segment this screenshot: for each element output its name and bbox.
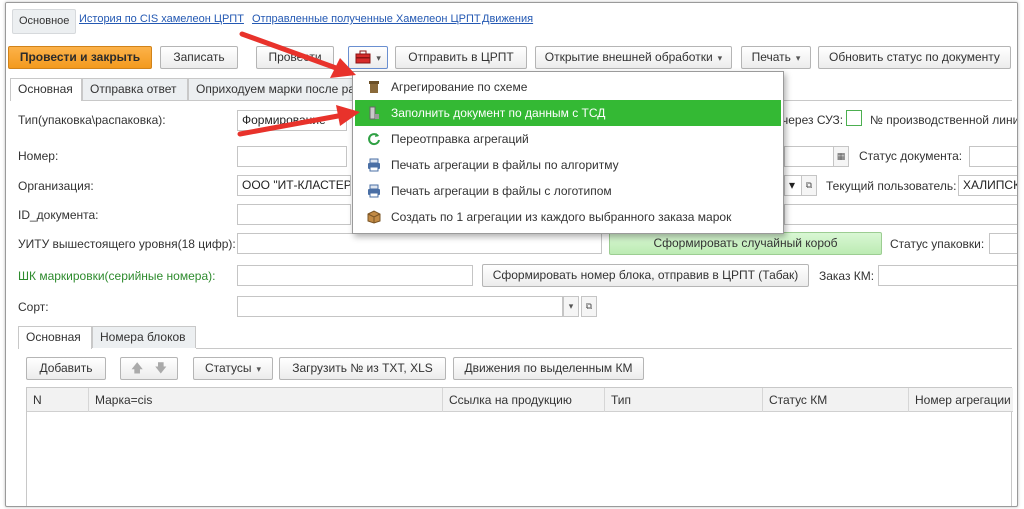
load-from-txt-xls-button[interactable]: Загрузить № из TXT, XLS xyxy=(279,357,446,380)
statuses-label: Статусы xyxy=(204,361,252,375)
type-label: Тип(упаковка\распаковка): xyxy=(18,113,166,127)
current-user-label: Текущий пользователь: xyxy=(826,179,957,193)
nav-movements[interactable]: Движения xyxy=(482,13,533,25)
printer-icon xyxy=(368,184,380,198)
arrow-up-icon[interactable]: 🡅 xyxy=(131,361,143,375)
annotation-arrow-middle xyxy=(237,105,360,137)
menu-item-label: Печать агрегации в файлы по алгоритму xyxy=(391,158,619,172)
col-km-status[interactable]: Статус КМ xyxy=(763,388,909,412)
move-buttons[interactable]: 🡅 🡇 xyxy=(120,357,178,380)
nav-sent-received[interactable]: Отправленные полученные Хамелеон ЦРПТ xyxy=(252,13,481,25)
menu-item-label: Заполнить документ по данным с ТСД xyxy=(391,106,606,120)
save-button[interactable]: Записать xyxy=(160,46,238,69)
scanner-icon xyxy=(369,106,379,120)
generate-block-number-button[interactable]: Сформировать номер блока, отправив в ЦРП… xyxy=(482,264,809,287)
sort-label: Сорт: xyxy=(18,300,49,314)
tools-dropdown-menu: Агрегирование по схеме Заполнить докумен… xyxy=(352,71,784,234)
update-status-button[interactable]: Обновить статус по документу xyxy=(818,46,1011,69)
print-label: Печать xyxy=(751,50,791,64)
menu-item-label: Агрегирование по схеме xyxy=(391,80,528,94)
refresh-icon xyxy=(368,133,380,146)
sort-dropdown-icon[interactable]: ▾ xyxy=(563,296,579,317)
tab-income-marks[interactable]: Оприходуем марки после ра xyxy=(188,78,358,100)
id-document-label: ID_документа: xyxy=(18,208,99,222)
chevron-down-icon: ▾ xyxy=(376,53,381,63)
nav-bar: Основное История по CIS хамелеон ЦРПТ От… xyxy=(6,3,1017,39)
number-label: Номер: xyxy=(18,149,59,163)
organization-dropdown[interactable]: ▾ xyxy=(784,175,802,196)
organization-field[interactable]: ООО "ИТ-КЛАСТЕР xyxy=(237,175,351,196)
col-aggregation-number[interactable]: Номер агрегации xyxy=(909,388,1013,412)
id-document-field[interactable] xyxy=(237,204,351,225)
order-km-field[interactable] xyxy=(878,265,1017,286)
organization-label: Организация: xyxy=(18,179,94,193)
table-header: N Марка=cis Ссылка на продукцию Тип Стат… xyxy=(27,388,1013,412)
pack-status-field[interactable] xyxy=(989,233,1017,254)
doc-status-label: Статус документа: xyxy=(859,149,963,163)
menu-item-label: Печать агрегации в файлы с логотипом xyxy=(391,184,612,198)
number-field[interactable] xyxy=(237,146,347,167)
col-type[interactable]: Тип xyxy=(605,388,763,412)
document-window: Основное История по CIS хамелеон ЦРПТ От… xyxy=(5,2,1018,507)
inner-tab-block-numbers[interactable]: Номера блоков xyxy=(92,326,196,348)
sort-field[interactable] xyxy=(237,296,563,317)
menu-item-label: Переотправка агрегаций xyxy=(391,132,529,146)
statuses-button[interactable]: Статусы xyxy=(193,357,273,380)
doc-status-field[interactable] xyxy=(969,146,1017,167)
movements-selected-km-button[interactable]: Движения по выделенным КМ xyxy=(453,357,644,380)
marks-table[interactable]: N Марка=cis Ссылка на продукцию Тип Стат… xyxy=(26,387,1013,506)
date-field[interactable] xyxy=(784,146,834,167)
menu-item-print-logo[interactable]: Печать агрегации в файлы с логотипом xyxy=(355,178,781,204)
menu-item-print-algorithm[interactable]: Печать агрегации в файлы по алгоритму xyxy=(355,152,781,178)
random-box-button[interactable]: Сформировать случайный короб xyxy=(609,232,882,255)
via-suz-checkbox[interactable] xyxy=(846,110,862,126)
inner-tab-main[interactable]: Основная xyxy=(18,326,92,349)
nav-main[interactable]: Основное xyxy=(12,9,77,34)
post-and-close-button[interactable]: Провести и закрыть xyxy=(8,46,152,69)
open-organization-icon[interactable]: ⧉ xyxy=(801,175,817,196)
box-icon xyxy=(367,210,381,224)
order-km-label: Заказ КМ: xyxy=(819,269,875,283)
via-suz-label: через СУЗ: xyxy=(782,113,844,127)
nav-history-cis[interactable]: История по CIS хамелеон ЦРПТ xyxy=(79,13,244,25)
open-external-label: Открытие внешней обработки xyxy=(544,50,713,64)
shk-marking-label: ШК маркировки(серийные номера): xyxy=(18,269,216,283)
shk-marking-field[interactable] xyxy=(237,265,473,286)
menu-item-aggregation-scheme[interactable]: Агрегирование по схеме xyxy=(355,74,781,100)
calendar-icon[interactable]: ▦ xyxy=(833,146,849,167)
menu-item-fill-from-tsd[interactable]: Заполнить документ по данным с ТСД xyxy=(355,100,781,126)
arrow-down-icon[interactable]: 🡇 xyxy=(155,361,167,375)
menu-item-create-aggregation-per-order[interactable]: Создать по 1 агрегации из каждого выбран… xyxy=(355,204,781,230)
print-button[interactable]: Печать xyxy=(741,46,811,69)
menu-item-resend-aggregations[interactable]: Переотправка агрегаций xyxy=(355,126,781,152)
id-document-field-right[interactable] xyxy=(784,204,1017,225)
tower-icon xyxy=(369,81,379,93)
uitu-label: УИТУ вышестоящего уровня(18 цифр): xyxy=(18,237,236,251)
col-n[interactable]: N xyxy=(27,388,89,412)
annotation-arrow-top xyxy=(239,31,356,78)
inner-tabs-divider xyxy=(196,348,1012,349)
col-product-link[interactable]: Ссылка на продукцию xyxy=(443,388,605,412)
open-external-processing-button[interactable]: Открытие внешней обработки xyxy=(535,46,732,69)
tab-main[interactable]: Основная xyxy=(10,78,82,101)
menu-item-label: Создать по 1 агрегации из каждого выбран… xyxy=(391,210,732,224)
tab-send-answer[interactable]: Отправка ответ xyxy=(82,78,188,100)
printer-icon xyxy=(368,158,380,172)
col-mark-cis[interactable]: Марка=cis xyxy=(89,388,443,412)
pack-status-label: Статус упаковки: xyxy=(890,237,985,251)
open-sort-icon[interactable]: ⧉ xyxy=(581,296,597,317)
current-user-field[interactable]: ХАЛИПСКИ xyxy=(958,175,1017,196)
add-button[interactable]: Добавить xyxy=(26,357,106,380)
uitu-field[interactable] xyxy=(237,233,602,254)
send-to-crpt-button[interactable]: Отправить в ЦРПТ xyxy=(395,46,527,69)
production-line-label: № производственной линии xyxy=(870,113,1018,127)
